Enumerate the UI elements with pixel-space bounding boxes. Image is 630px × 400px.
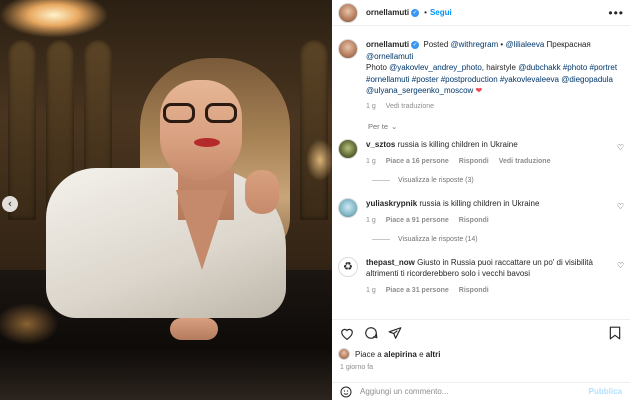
mention-link[interactable]: @diegopadula (561, 75, 613, 84)
mention-link[interactable]: @lilialeeva (505, 40, 544, 49)
mention-link[interactable]: @withregram (451, 40, 499, 49)
post-caption: ornellamuti ✓ Posted @withregram • @lilia… (332, 27, 630, 110)
translate-link[interactable]: Vedi traduzione (499, 156, 551, 167)
comment-likes[interactable]: Piace a 16 persone (386, 156, 449, 167)
comment-meta: 1 g Piace a 16 persone Rispondi Vedi tra… (366, 156, 606, 167)
commenter-avatar[interactable]: ♻ (338, 256, 358, 277)
instagram-post-modal: ‹ ornellamuti ✓ • Segui ••• ornellamuti ✓… (0, 0, 630, 400)
caption-text: ornellamuti ✓ Posted @withregram • @lilia… (366, 39, 622, 97)
comment-meta: 1 g Piace a 91 persone Rispondi (366, 215, 606, 226)
caption-posted-label: Posted (423, 40, 449, 49)
post-actions-bar (332, 319, 630, 346)
bookmark-icon[interactable] (608, 326, 622, 340)
view-replies-label: Visualizza le risposte (14) (398, 235, 478, 243)
translate-link[interactable]: Vedi traduzione (386, 103, 434, 110)
reply-button[interactable]: Rispondi (459, 285, 489, 296)
comment-likes[interactable]: Piace a 31 persone (386, 285, 449, 296)
like-heart-icon[interactable] (340, 326, 354, 340)
caption-hairstyle-label: , hairstyle (481, 63, 516, 72)
view-replies-label: Visualizza le risposte (3) (398, 176, 474, 184)
likes-prefix: Piace a (355, 349, 382, 359)
post-sidebar: ornellamuti ✓ • Segui ••• ornellamuti ✓ P… (332, 0, 630, 400)
publish-button[interactable]: Pubblica (589, 387, 622, 396)
mention-link[interactable]: @ornellamuti (366, 52, 413, 61)
likes-others-link[interactable]: altri (426, 350, 441, 359)
reply-button[interactable]: Rispondi (459, 215, 489, 226)
previous-arrow-icon[interactable]: ‹ (2, 196, 18, 212)
lamp-glow (300, 130, 332, 190)
heart-emoji-icon: ❤ (475, 86, 483, 95)
follow-button[interactable]: Segui (430, 8, 452, 17)
comment-time: 1 g (366, 286, 376, 294)
liker-username[interactable]: alepirina (384, 350, 417, 359)
comment-item: yuliaskrypnik russia is killing children… (332, 184, 630, 226)
comments-scroll[interactable]: ornellamuti ✓ Posted @withregram • @lilia… (332, 27, 630, 319)
subject-glasses (163, 103, 237, 125)
mention-link[interactable]: @ulyana_sergeenko_moscow (366, 86, 473, 95)
verified-badge-icon: ✓ (411, 8, 420, 17)
commenter-avatar[interactable] (338, 197, 358, 218)
commenter-username[interactable]: yuliaskrypnik (366, 199, 417, 208)
comment-time: 1 g (366, 157, 376, 165)
caption-avatar[interactable] (338, 39, 358, 59)
view-replies-button[interactable]: Visualizza le risposte (14) (372, 236, 630, 243)
subject-lips (194, 138, 220, 147)
like-heart-icon[interactable]: ♡ (617, 143, 624, 152)
subject-hand-table (170, 318, 218, 340)
likes-joiner: e (419, 349, 424, 359)
posted-ago: 1 giorno fa (340, 364, 374, 371)
add-comment-bar: Aggiungi un commento... Pubblica (332, 382, 630, 400)
comment-bubble-icon[interactable] (364, 326, 378, 340)
caption-time: 1 g (366, 102, 376, 110)
mention-link[interactable]: @dubchakk (518, 63, 560, 72)
more-options-icon[interactable]: ••• (608, 6, 624, 20)
likes-summary: Piace a alepirina e altri (338, 348, 440, 360)
liker-avatar[interactable] (338, 348, 350, 360)
replies-divider (372, 179, 390, 181)
mention-link[interactable]: @yakovlev_andrey_photo (389, 63, 482, 72)
reply-button[interactable]: Rispondi (459, 156, 489, 167)
comment-time: 1 g (366, 216, 376, 224)
comment-likes[interactable]: Piace a 91 persone (386, 215, 449, 226)
caption-photo-label: Photo (366, 63, 387, 72)
comment-meta: 1 g Piace a 31 persone Rispondi (366, 285, 606, 296)
comments-sort-dropdown[interactable]: Per te ⌄ (368, 122, 630, 131)
separator-dot: • (424, 8, 427, 17)
view-replies-button[interactable]: Visualizza le risposte (3) (372, 177, 630, 184)
author-username[interactable]: ornellamuti (366, 8, 409, 17)
commenter-username[interactable]: v_sztos (366, 140, 395, 149)
post-header: ornellamuti ✓ • Segui ••• (332, 0, 630, 26)
subject-face (160, 80, 242, 180)
subject-neckline (176, 190, 228, 270)
caption-word: Прекрасная (546, 40, 591, 49)
author-avatar[interactable] (338, 2, 358, 23)
chevron-down-icon: ⌄ (391, 121, 398, 131)
comment-input[interactable]: Aggiungi un commento... (360, 387, 449, 396)
comment-item: v_sztos russia is killing children in Uk… (332, 131, 630, 167)
comment-item: ♻ thepast_now Giusto in Russia puoi racc… (332, 243, 630, 296)
commenter-username[interactable]: thepast_now (366, 258, 415, 267)
post-photo[interactable]: ‹ (0, 0, 332, 400)
sort-label: Per te (368, 121, 389, 131)
commenter-avatar[interactable] (338, 138, 358, 159)
caption-username[interactable]: ornellamuti (366, 40, 409, 49)
caption-meta: 1 g Vedi traduzione (366, 103, 622, 110)
comment-text: russia is killing children in Ukraine (397, 139, 518, 149)
replies-divider (372, 238, 390, 240)
caption-separator: • (500, 40, 504, 49)
like-heart-icon[interactable]: ♡ (617, 202, 624, 211)
share-plane-icon[interactable] (388, 326, 402, 340)
wall-panel (8, 40, 36, 220)
emoji-icon[interactable] (340, 386, 352, 398)
verified-badge-icon: ✓ (411, 40, 420, 49)
comment-text: russia is killing children in Ukraine (419, 198, 540, 208)
like-heart-icon[interactable]: ♡ (617, 261, 624, 270)
subject-hand (245, 170, 279, 214)
